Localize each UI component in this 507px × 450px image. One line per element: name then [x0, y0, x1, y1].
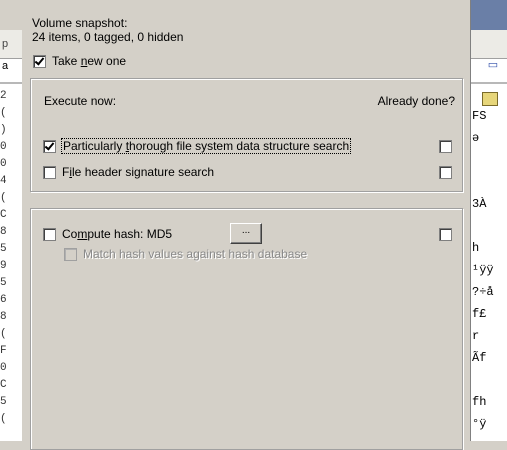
take-new-one-option[interactable]: Take new one	[33, 54, 126, 68]
background-hex-line: 0	[0, 141, 7, 153]
background-window-left: p a 2 () 0 0 4 ( C 8 5 9 5 6 8 ( F 0 C 5 (	[0, 0, 22, 441]
background-hex-line: 5	[0, 243, 7, 255]
background-text-line: FS	[472, 109, 487, 123]
header-signature-option[interactable]: File header signature search	[43, 165, 214, 179]
background-hex-line: 5	[0, 277, 7, 289]
background-hex-line: 0	[0, 158, 7, 170]
header-signature-label: File header signature search	[62, 165, 215, 179]
compute-hash-label: Compute hash: MD5	[62, 227, 173, 241]
compute-hash-option[interactable]: Compute hash: MD5	[43, 227, 172, 241]
snapshot-title: Volume snapshot:	[32, 16, 128, 30]
background-small-icon	[482, 92, 498, 106]
background-text-line: r	[472, 329, 480, 343]
background-window-right: ▭ FS ə 3À h ¹ÿÿ ?÷å f£ r Ãf fh °ÿ	[470, 0, 507, 441]
background-hex-line: 2	[0, 90, 7, 102]
background-text-line: °ÿ	[472, 417, 487, 431]
background-hex-line: (	[0, 107, 7, 119]
take-new-one-label: Take new one	[52, 54, 127, 68]
background-hex-line: 6	[0, 294, 7, 306]
hash-group: Compute hash: MD5 ... Match hash values …	[30, 208, 463, 450]
background-toolbar-glyph: a	[2, 60, 9, 72]
background-text-line: f£	[472, 307, 487, 321]
background-hex-line: 0	[0, 362, 7, 374]
match-hash-label: Match hash values against hash database	[83, 247, 308, 261]
take-new-one-checkbox[interactable]	[33, 54, 46, 68]
background-hex-line: F	[0, 345, 7, 357]
refine-volume-snapshot-dialog: Volume snapshot: 24 items, 0 tagged, 0 h…	[22, 0, 471, 450]
background-text-line: ?÷å	[472, 285, 494, 299]
header-signature-done-checkbox[interactable]	[439, 166, 452, 179]
thorough-search-option[interactable]: Particularly thorough file system data s…	[43, 138, 352, 154]
background-separator-right	[470, 82, 507, 84]
compute-hash-checkbox[interactable]	[43, 227, 56, 241]
match-hash-checkbox[interactable]	[64, 247, 77, 261]
background-text-line: Ãf	[472, 351, 487, 365]
background-hex-line: )	[0, 124, 7, 136]
thorough-search-done-checkbox[interactable]	[439, 140, 452, 153]
background-hex-line: (	[0, 328, 7, 340]
background-text-line: h	[472, 241, 480, 255]
execute-now-label: Execute now:	[44, 94, 117, 108]
background-hex-line: 8	[0, 226, 7, 238]
background-hex-line: 4	[0, 175, 7, 187]
background-hex-line: (	[0, 413, 7, 425]
background-hex-line: (	[0, 192, 7, 204]
already-done-label: Already done?	[377, 94, 455, 108]
header-signature-checkbox[interactable]	[43, 165, 56, 179]
background-separator	[0, 82, 22, 84]
background-hex-line: 8	[0, 311, 7, 323]
background-hex-line: C	[0, 379, 7, 391]
background-toolbar-icon[interactable]: ▭	[484, 58, 502, 80]
compute-hash-done-checkbox[interactable]	[439, 228, 452, 241]
snapshot-info: 24 items, 0 tagged, 0 hidden	[32, 30, 184, 44]
match-hash-option[interactable]: Match hash values against hash database	[64, 247, 307, 261]
background-menubar-right	[470, 30, 507, 59]
background-menu-fragment: p	[2, 38, 9, 50]
background-text-line: fh	[472, 395, 487, 409]
background-hex-line: C	[0, 209, 7, 221]
background-text-line: ¹ÿÿ	[472, 263, 494, 277]
background-hex-line: 5	[0, 396, 7, 408]
execute-now-group: Execute now: Already done? Particularly …	[30, 78, 463, 192]
background-text-line: ə	[472, 131, 480, 145]
background-titlebar	[0, 0, 22, 30]
hash-options-button[interactable]: ...	[230, 223, 262, 244]
background-titlebar-right	[470, 0, 507, 30]
background-text-line: 3À	[472, 197, 487, 211]
thorough-search-checkbox[interactable]	[43, 139, 56, 153]
background-hex-line: 9	[0, 260, 7, 272]
background-menubar: p	[0, 30, 22, 59]
thorough-search-label: Particularly thorough file system data s…	[60, 138, 352, 154]
